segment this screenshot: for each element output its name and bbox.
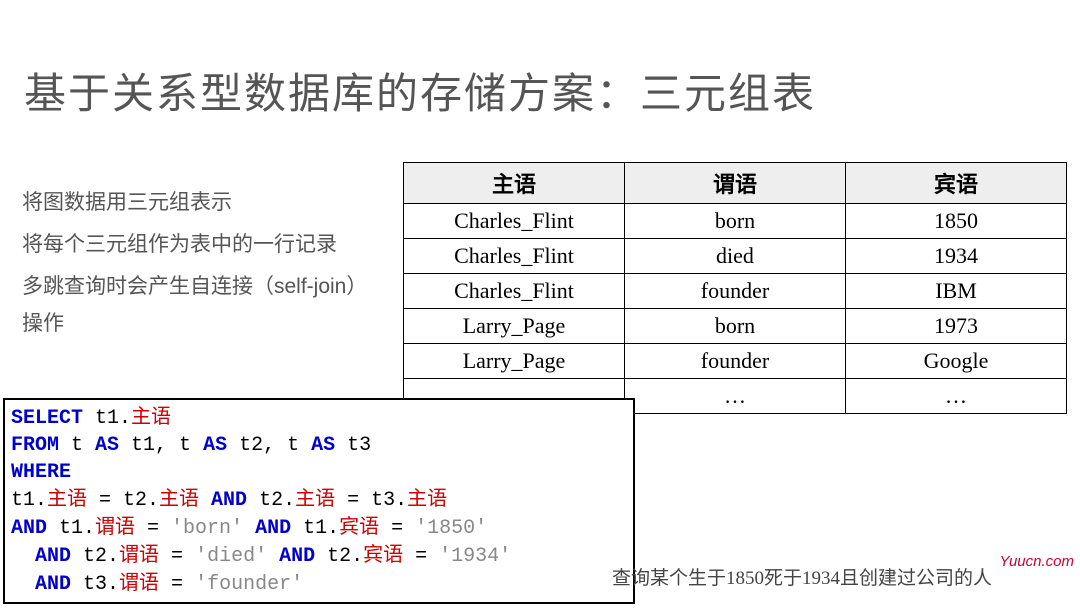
cell: Larry_Page — [404, 309, 625, 344]
col-predicate: 谓语 — [625, 163, 846, 204]
watermark: Yuucn.com — [1000, 553, 1074, 570]
cell: Google — [846, 344, 1067, 379]
cell: founder — [625, 274, 846, 309]
bullet-list: 将图数据用三元组表示 将每个三元组作为表中的一行记录 多跳查询时会产生自连接（s… — [22, 184, 372, 347]
str: 'born' — [171, 517, 243, 540]
kw-and: AND — [35, 545, 71, 568]
txt: t1, t — [119, 434, 203, 457]
table-row: Larry_Pageborn1973 — [404, 309, 1067, 344]
cell: Charles_Flint — [404, 274, 625, 309]
kw-and: AND — [255, 517, 291, 540]
cell: … — [846, 379, 1067, 414]
cell: 1973 — [846, 309, 1067, 344]
txt: t — [59, 434, 95, 457]
table-row: Larry_PagefounderGoogle — [404, 344, 1067, 379]
str: '1850' — [415, 517, 487, 540]
kw-as: AS — [311, 434, 335, 457]
table-header-row: 主语 谓语 宾语 — [404, 163, 1067, 204]
txt: t3. — [71, 573, 119, 596]
table-row: Charles_Flintdied1934 — [404, 239, 1067, 274]
txt: t1. — [11, 489, 47, 512]
cell: born — [625, 309, 846, 344]
kw-and: AND — [35, 573, 71, 596]
slide-title: 基于关系型数据库的存储方案：三元组表 — [24, 60, 816, 121]
field-obj: 宾语 — [339, 516, 379, 538]
str: 'founder' — [195, 573, 303, 596]
cell: died — [625, 239, 846, 274]
table-row: Charles_FlintfounderIBM — [404, 274, 1067, 309]
txt: = — [159, 545, 195, 568]
txt: t2. — [247, 489, 295, 512]
field-subj: 主语 — [159, 488, 199, 510]
cell: founder — [625, 344, 846, 379]
kw-and: AND — [211, 489, 247, 512]
slide: 基于关系型数据库的存储方案：三元组表 将图数据用三元组表示 将每个三元组作为表中… — [0, 0, 1080, 608]
table-row: Charles_Flintborn1850 — [404, 204, 1067, 239]
kw-and: AND — [279, 545, 315, 568]
field-pred: 谓语 — [119, 572, 159, 594]
txt: t1. — [83, 407, 131, 430]
kw-select: SELECT — [11, 407, 83, 430]
cell: 1850 — [846, 204, 1067, 239]
cell: born — [625, 204, 846, 239]
field-subj: 主语 — [295, 488, 335, 510]
col-subject: 主语 — [404, 163, 625, 204]
sql-code-box: SELECT t1.主语 FROM t AS t1, t AS t2, t AS… — [3, 398, 635, 604]
field-subj: 主语 — [131, 406, 171, 428]
cell: Larry_Page — [404, 344, 625, 379]
bullet-item: 多跳查询时会产生自连接（self-join）操作 — [22, 268, 372, 344]
bullet-item: 将每个三元组作为表中的一行记录 — [22, 226, 372, 264]
txt: t1. — [47, 517, 95, 540]
txt: = — [403, 545, 439, 568]
kw-from: FROM — [11, 434, 59, 457]
kw-where: WHERE — [11, 461, 71, 484]
kw-as: AS — [203, 434, 227, 457]
txt: = — [135, 517, 171, 540]
kw-and: AND — [11, 517, 47, 540]
txt: = t2. — [87, 489, 159, 512]
bullet-item: 将图数据用三元组表示 — [22, 184, 372, 222]
cell: … — [625, 379, 846, 414]
txt: = — [159, 573, 195, 596]
txt: t3 — [335, 434, 371, 457]
cell: Charles_Flint — [404, 239, 625, 274]
kw-as: AS — [95, 434, 119, 457]
txt: t1. — [291, 517, 339, 540]
field-subj: 主语 — [407, 488, 447, 510]
field-pred: 谓语 — [119, 544, 159, 566]
cell: Charles_Flint — [404, 204, 625, 239]
field-obj: 宾语 — [363, 544, 403, 566]
txt: = — [379, 517, 415, 540]
triple-table: 主语 谓语 宾语 Charles_Flintborn1850 Charles_F… — [403, 162, 1067, 414]
txt: t2. — [71, 545, 119, 568]
cell: IBM — [846, 274, 1067, 309]
field-pred: 谓语 — [95, 516, 135, 538]
str: '1934' — [439, 545, 511, 568]
txt: t2, t — [227, 434, 311, 457]
txt: t2. — [315, 545, 363, 568]
txt: = t3. — [335, 489, 407, 512]
cell: 1934 — [846, 239, 1067, 274]
field-subj: 主语 — [47, 488, 87, 510]
str: 'died' — [195, 545, 267, 568]
col-object: 宾语 — [846, 163, 1067, 204]
sql-caption: 查询某个生于1850死于1934且创建过公司的人 — [612, 563, 992, 590]
